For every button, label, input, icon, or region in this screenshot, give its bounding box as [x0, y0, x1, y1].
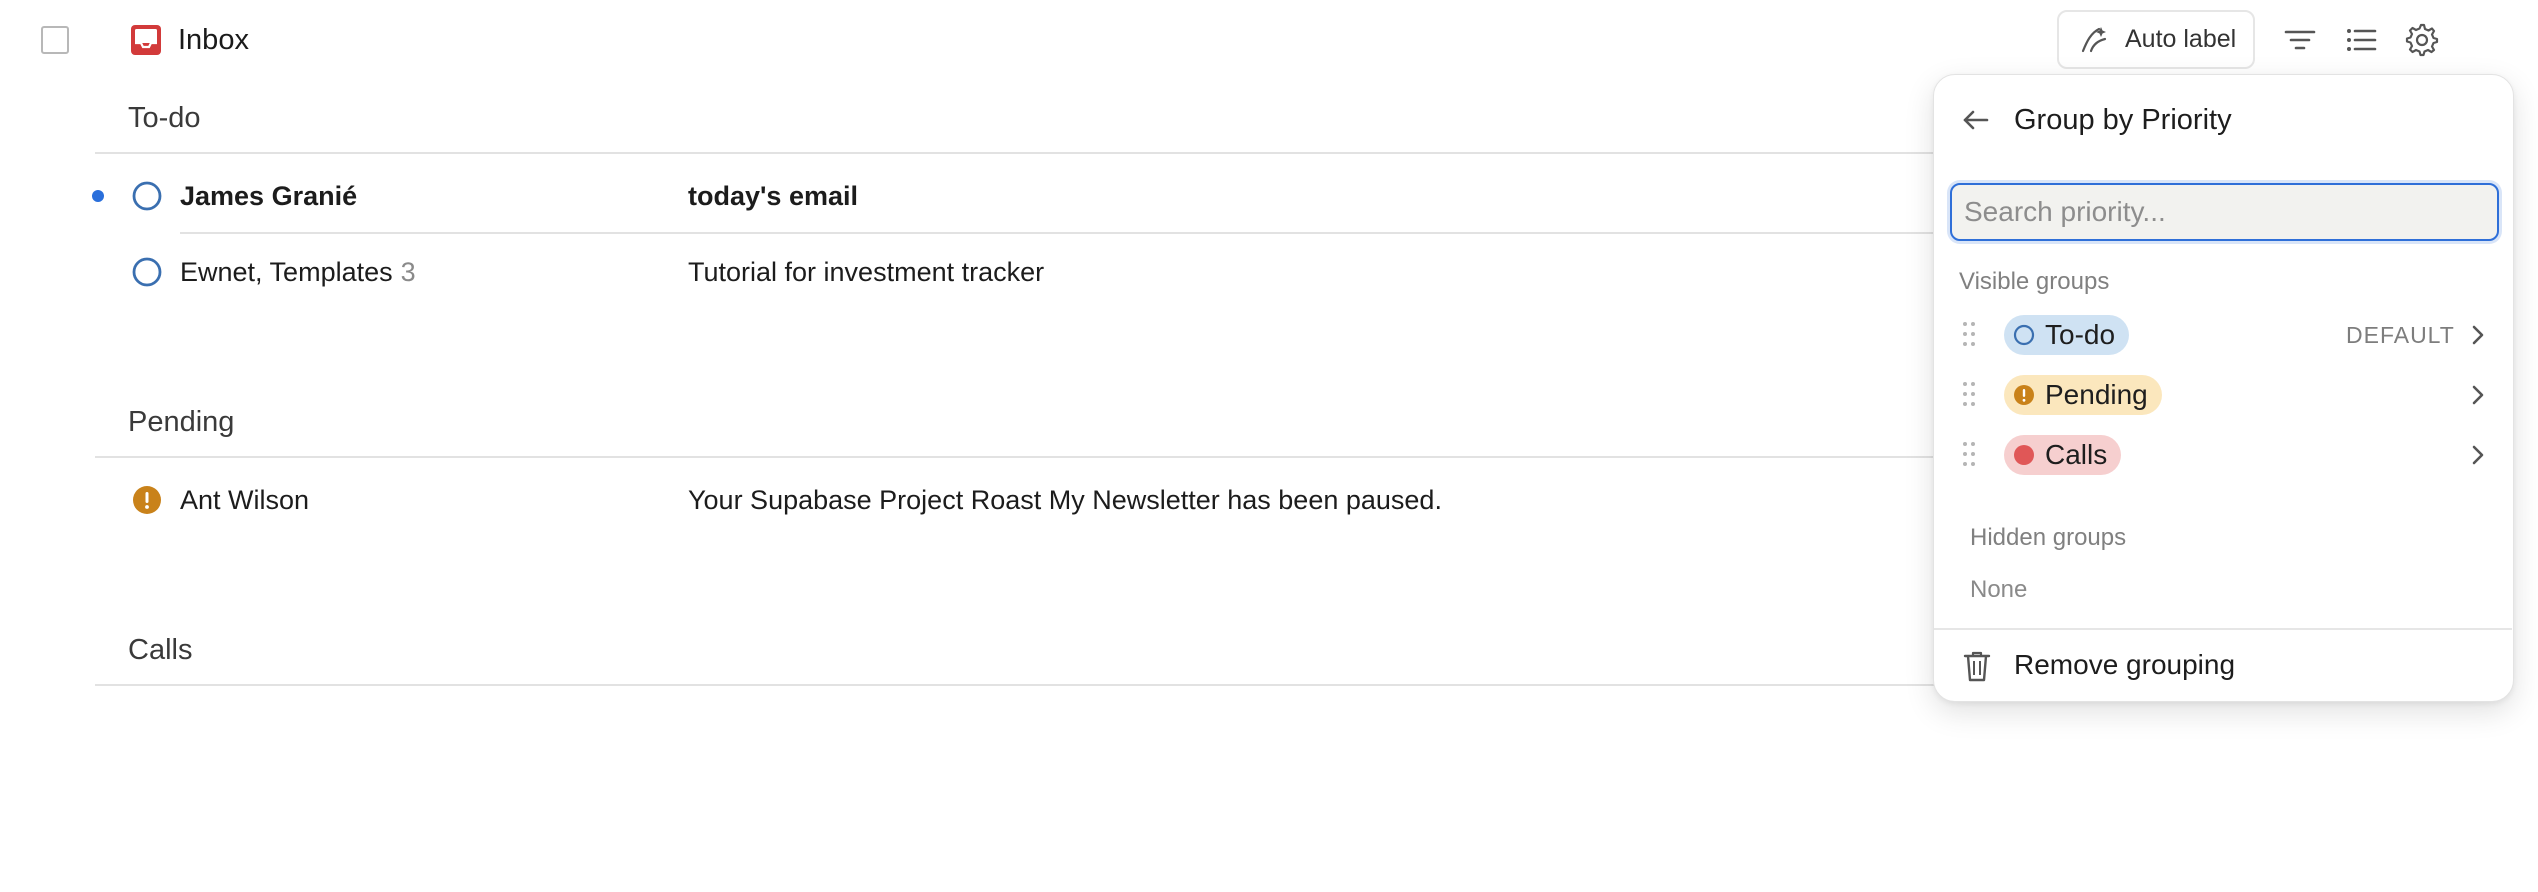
- row-sender: Ant Wilson: [180, 485, 310, 515]
- inbox-icon: [131, 25, 161, 55]
- row-divider: [180, 232, 1955, 234]
- table-row[interactable]: James Granié today's email: [0, 168, 1930, 224]
- section-divider: [95, 152, 1955, 154]
- section-title-calls: Calls: [128, 634, 193, 666]
- table-row[interactable]: Ant Wilson Your Supabase Project Roast M…: [0, 472, 1930, 528]
- chevron-right-icon[interactable]: [2466, 382, 2490, 408]
- list-icon[interactable]: [2343, 22, 2379, 58]
- hidden-groups-label: Hidden groups: [1970, 524, 2127, 551]
- drag-handle-icon[interactable]: [1962, 441, 1976, 467]
- group-row-pending[interactable]: Pending: [1952, 369, 2497, 421]
- visible-groups-label: Visible groups: [1959, 268, 2110, 295]
- gear-icon[interactable]: [2404, 22, 2440, 58]
- section-divider: [95, 684, 1955, 686]
- todo-status-icon[interactable]: [131, 180, 163, 212]
- pending-status-icon[interactable]: [131, 484, 163, 516]
- thread-count: 3: [400, 257, 416, 287]
- row-subject: Your Supabase Project Roast My Newslette…: [688, 485, 1442, 515]
- group-chip-calls: Calls: [2004, 435, 2122, 475]
- chevron-right-icon[interactable]: [2466, 442, 2490, 468]
- popover-divider: [1934, 628, 2512, 630]
- row-sender: Ewnet, Templates 3: [180, 254, 416, 290]
- select-all-checkbox[interactable]: [41, 26, 69, 54]
- remove-grouping-button[interactable]: Remove grouping: [2014, 647, 2235, 683]
- chevron-right-icon[interactable]: [2466, 322, 2490, 348]
- section-divider: [95, 456, 1955, 458]
- group-row-calls[interactable]: Calls: [1952, 429, 2497, 481]
- filter-icon[interactable]: [2282, 22, 2318, 58]
- todo-status-icon[interactable]: [131, 256, 163, 288]
- popover-title: Group by Priority: [2014, 104, 2232, 136]
- pending-alert-icon: [2014, 385, 2034, 405]
- back-arrow-icon[interactable]: [1959, 103, 1993, 137]
- group-by-popover: Group by Priority Visible groups To-do D…: [1933, 74, 2514, 702]
- row-subject: today's email: [688, 181, 858, 211]
- todo-circle-icon: [2013, 324, 2035, 346]
- row-subject: Tutorial for investment tracker: [688, 257, 1045, 287]
- group-chip-todo: To-do: [2004, 315, 2130, 355]
- section-title-todo: To-do: [128, 102, 201, 134]
- group-name: Calls: [2045, 439, 2108, 470]
- drag-handle-icon[interactable]: [1962, 381, 1976, 407]
- group-row-todo[interactable]: To-do DEFAULT: [1952, 309, 2497, 361]
- section-title-pending: Pending: [128, 406, 235, 438]
- page-title: Inbox: [178, 24, 249, 56]
- drag-handle-icon[interactable]: [1962, 321, 1976, 347]
- unread-dot: [92, 190, 104, 202]
- default-tag: DEFAULT: [2346, 322, 2455, 348]
- trash-icon[interactable]: [1962, 649, 1992, 683]
- auto-label-text: Auto label: [2125, 25, 2237, 53]
- calls-dot-icon: [2014, 445, 2034, 465]
- group-name: Pending: [2045, 379, 2148, 410]
- auto-label-icon: [2081, 26, 2107, 52]
- group-name: To-do: [2045, 319, 2116, 350]
- row-sender: James Granié: [180, 181, 358, 211]
- search-priority-input[interactable]: [1950, 183, 2499, 241]
- hidden-groups-none: None: [1970, 576, 2028, 603]
- group-chip-pending: Pending: [2004, 375, 2162, 415]
- table-row[interactable]: Ewnet, Templates 3 Tutorial for investmen…: [0, 244, 1930, 300]
- auto-label-button[interactable]: Auto label: [2057, 10, 2255, 69]
- row-sender-name: Ewnet, Templates: [180, 257, 393, 287]
